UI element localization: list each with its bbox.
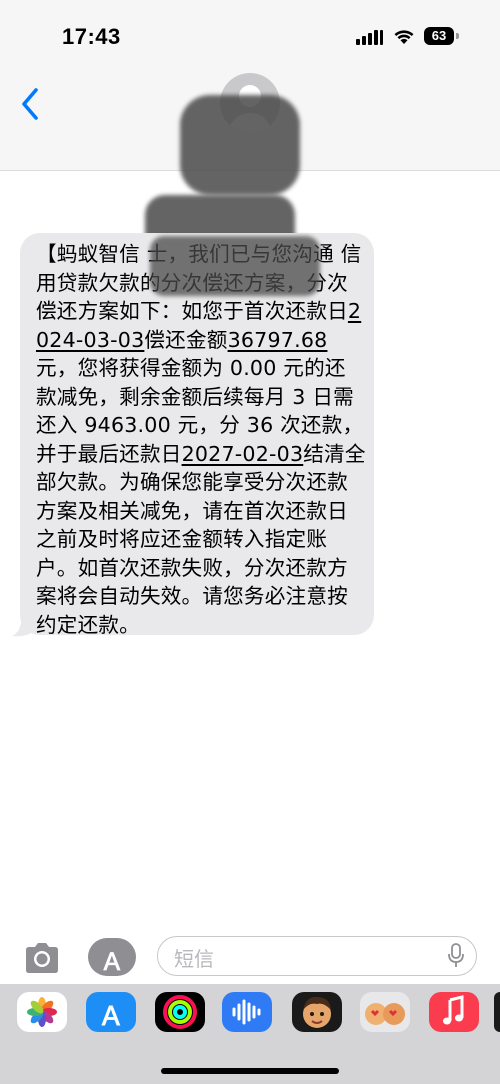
chevron-left-icon [22, 88, 38, 120]
message-text-segment: 偿还金额 [144, 327, 228, 352]
audio-message-app-icon[interactable] [222, 992, 272, 1032]
photos-app-icon[interactable] [17, 992, 67, 1032]
message-link-segment[interactable]: 36797.68 [228, 328, 328, 352]
redaction-scribble [180, 95, 300, 195]
message-link-segment[interactable]: 2027-02-03 [182, 442, 304, 466]
fitness-app-icon[interactable] [155, 992, 205, 1032]
app-store-icon: Ａ [100, 949, 124, 976]
memoji-stickers-app-icon[interactable] [360, 992, 410, 1032]
battery-indicator: 63 [424, 27, 454, 45]
apps-button[interactable]: Ａ [88, 938, 136, 976]
status-time: 17:43 [62, 24, 121, 49]
wifi-icon [394, 30, 414, 44]
message-text-segment [140, 242, 147, 266]
redaction-scribble [150, 236, 320, 296]
message-text-segment: 结清全部欠款。为确保您能享受分次还款方案及相关减免，请在首次还款日之前及时将应还… [36, 441, 366, 637]
microphone-icon[interactable] [448, 943, 464, 969]
more-app-icon[interactable] [494, 992, 500, 1032]
message-text: 【蚂蚁智信 士，我们已与您沟通 信用贷款欠款的分次偿还方案，分次偿还方案如下：如… [36, 240, 366, 639]
bubble-tail [12, 612, 36, 637]
music-app-icon[interactable] [429, 992, 479, 1032]
status-indicators: 63 [356, 26, 466, 50]
app-store-app-icon[interactable]: Ａ [86, 992, 136, 1032]
message-input-placeholder: 短信 [174, 947, 214, 971]
cellular-signal-icon [356, 29, 384, 45]
camera-icon [26, 943, 58, 973]
memoji-app-icon[interactable] [292, 992, 342, 1032]
home-indicator [161, 1068, 339, 1074]
battery-tip [456, 33, 459, 39]
message-input[interactable]: 短信 [157, 936, 477, 976]
camera-button[interactable] [22, 940, 62, 976]
message-text-segment: 【蚂蚁智信 [36, 242, 140, 266]
message-text-segment [334, 242, 341, 266]
back-button[interactable] [14, 84, 48, 124]
